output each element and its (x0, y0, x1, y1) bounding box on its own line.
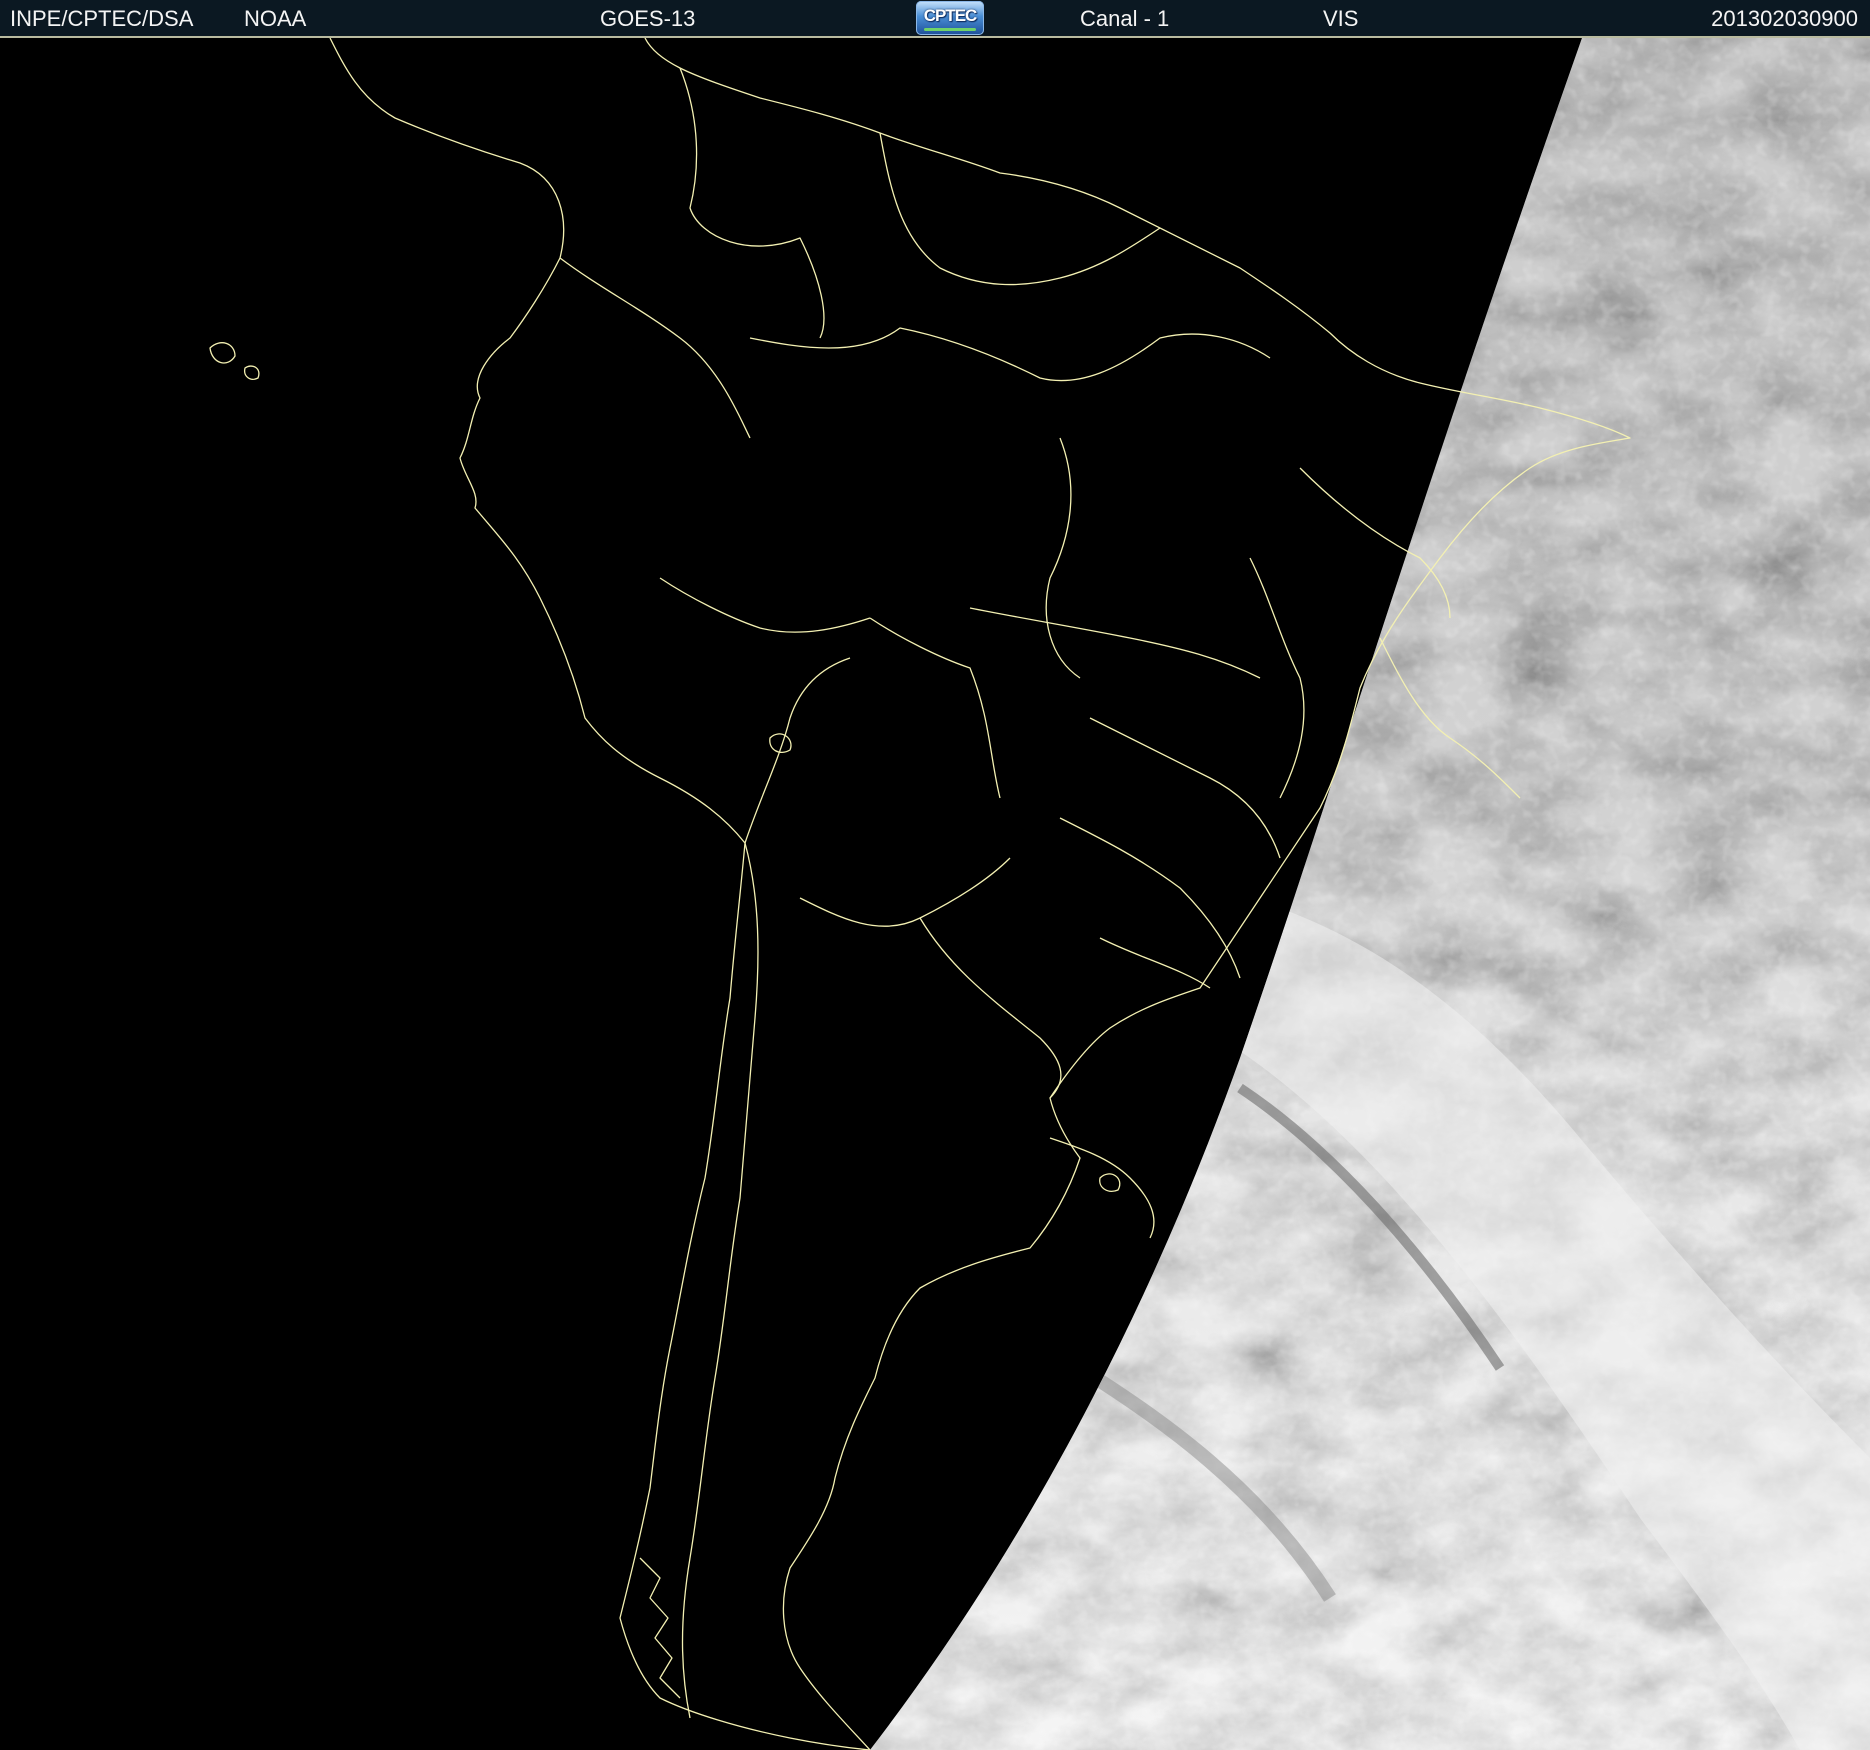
logo-text: CPTEC (923, 6, 978, 25)
satellite-label: GOES-13 (600, 6, 696, 31)
channel-label: Canal - 1 (1080, 6, 1170, 31)
agency-label: NOAA (244, 6, 307, 31)
cptec-logo: CPTEC (916, 1, 984, 35)
logo-swoosh (924, 28, 976, 31)
timestamp-label: 201302030900 (1711, 6, 1858, 31)
organization-label: INPE/CPTEC/DSA (10, 6, 194, 31)
band-label: VIS (1323, 6, 1359, 31)
header-bar: INPE/CPTEC/DSA NOAA GOES-13 CPTEC Canal … (0, 0, 1870, 38)
satellite-map (0, 38, 1870, 1750)
